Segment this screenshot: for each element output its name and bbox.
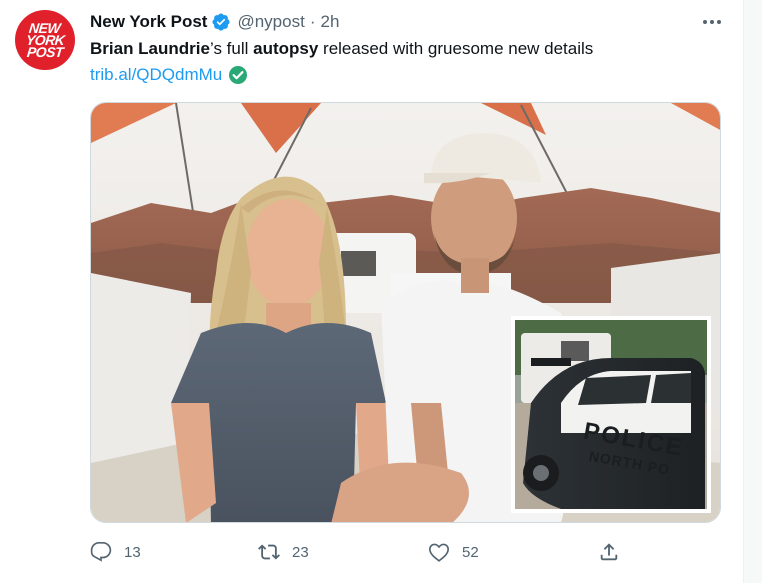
tweet-text-bold-keyword: autopsy xyxy=(253,39,319,58)
author-handle[interactable]: @nypost xyxy=(237,12,304,32)
inset-police-photo xyxy=(511,316,711,513)
tweet-header: New York Post @nypost · 2h xyxy=(90,10,339,34)
retweet-button[interactable]: 23 xyxy=(258,538,309,566)
tweet-actions: 13 23 52 xyxy=(90,538,630,566)
tweet-text-bold-name: Brian Laundrie xyxy=(90,39,210,58)
share-button[interactable] xyxy=(598,538,620,566)
tweet-link-line: trib.al/QDQdmMu xyxy=(90,64,248,86)
tweet-media-image[interactable]: POLICE NORTH PO xyxy=(90,102,721,523)
author-name[interactable]: New York Post xyxy=(90,12,207,32)
tweet-link[interactable]: trib.al/QDQdmMu xyxy=(90,64,222,86)
tweet-text-part: ’s full xyxy=(209,39,254,58)
more-options-icon[interactable] xyxy=(698,12,726,32)
tweet-text-part: released with gruesome new details xyxy=(318,39,594,58)
reply-count: 13 xyxy=(124,543,141,561)
scrollbar-rail[interactable] xyxy=(743,0,762,583)
like-icon xyxy=(429,543,449,562)
avatar[interactable]: NEW YORK POST xyxy=(15,10,75,70)
like-count: 52 xyxy=(462,543,479,561)
tweet-card[interactable]: NEW YORK POST New York Post @nypost · 2h… xyxy=(0,0,744,583)
retweet-count: 23 xyxy=(292,543,309,561)
share-icon xyxy=(600,543,618,561)
link-check-icon xyxy=(229,66,248,84)
reply-button[interactable]: 13 xyxy=(90,538,141,566)
tweet-text: Brian Laundrie’s full autopsy released w… xyxy=(90,38,730,60)
reply-icon xyxy=(90,542,112,562)
avatar-text-post: POST xyxy=(26,44,64,60)
separator-dot: · xyxy=(309,12,316,31)
retweet-icon xyxy=(258,544,280,560)
tweet-timestamp[interactable]: 2h xyxy=(321,12,340,32)
like-button[interactable]: 52 xyxy=(428,538,479,566)
verified-badge-icon xyxy=(212,13,231,31)
